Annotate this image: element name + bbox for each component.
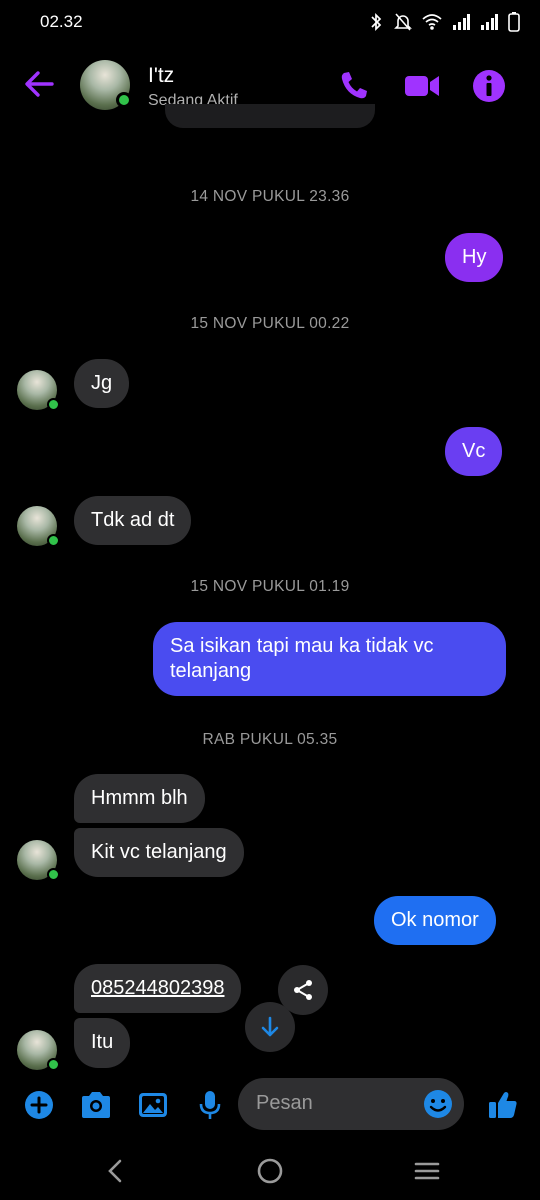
video-camera-icon (405, 76, 439, 96)
contact-name[interactable]: I'tz (148, 64, 174, 88)
info-button[interactable] (469, 66, 509, 106)
online-indicator (47, 534, 60, 547)
thumbs-up-icon (489, 1092, 517, 1118)
info-icon (473, 70, 505, 102)
image-icon (139, 1093, 167, 1117)
incoming-message[interactable]: Hmmm blh (74, 774, 205, 823)
bluetooth-icon (371, 12, 382, 32)
voice-call-button[interactable] (334, 66, 374, 106)
outgoing-message[interactable]: Sa isikan tapi mau ka tidak vc telanjang (153, 622, 506, 696)
contact-avatar[interactable] (80, 60, 132, 110)
online-indicator (116, 92, 132, 108)
camera-icon (82, 1092, 110, 1118)
battery-icon (508, 12, 520, 32)
signal-icon-2 (481, 14, 498, 30)
outgoing-message[interactable]: Vc (445, 427, 503, 476)
signal-icon-1 (453, 14, 470, 30)
outgoing-message[interactable]: Hy (445, 233, 504, 282)
previous-message-bubble (165, 104, 375, 128)
message-input[interactable]: Pesan (238, 1078, 464, 1130)
message-input-placeholder: Pesan (256, 1092, 313, 1114)
nav-back-button[interactable] (98, 1156, 132, 1186)
nav-recents-button[interactable] (410, 1156, 444, 1186)
online-indicator (47, 1058, 60, 1071)
gallery-button[interactable] (136, 1088, 170, 1122)
incoming-message[interactable]: Itu (74, 1018, 131, 1068)
home-circle-icon (257, 1158, 283, 1184)
contact-avatar-small[interactable] (17, 840, 60, 881)
emoji-button[interactable] (422, 1088, 454, 1120)
voice-message-button[interactable] (193, 1088, 227, 1122)
chevron-left-icon (108, 1159, 122, 1183)
mute-icon (394, 13, 412, 31)
video-call-button[interactable] (402, 66, 442, 106)
status-icons (368, 12, 520, 32)
timestamp: RAB PUKUL 05.35 (202, 731, 338, 748)
status-bar: 02.32 (0, 0, 540, 44)
camera-button[interactable] (79, 1088, 113, 1122)
scroll-to-bottom-button[interactable] (245, 1002, 295, 1052)
message-line: telanjang (170, 660, 252, 682)
system-nav-bar (0, 1140, 540, 1200)
back-arrow-icon (25, 71, 54, 97)
more-actions-button[interactable] (22, 1088, 56, 1122)
plus-circle-icon (25, 1091, 53, 1119)
contact-avatar-small[interactable] (17, 370, 60, 411)
online-indicator (47, 398, 60, 411)
incoming-message[interactable]: Jg (74, 359, 130, 408)
incoming-message[interactable]: Tdk ad dt (74, 496, 192, 545)
contact-avatar-small[interactable] (17, 506, 60, 547)
timestamp: 14 NOV PUKUL 23.36 (190, 188, 350, 205)
emoji-icon (424, 1090, 452, 1118)
back-button[interactable] (22, 68, 58, 100)
wifi-icon (422, 14, 442, 30)
phone-number-link[interactable]: 085244802398 (91, 977, 224, 999)
online-indicator (47, 868, 60, 881)
timestamp: 15 NOV PUKUL 00.22 (190, 315, 350, 332)
microphone-icon (199, 1091, 221, 1119)
contact-avatar-small[interactable] (17, 1030, 60, 1071)
arrow-down-icon (261, 1016, 279, 1037)
phone-icon (341, 72, 367, 99)
like-button[interactable] (486, 1088, 520, 1122)
outgoing-message[interactable]: Ok nomor (374, 896, 496, 945)
share-icon (294, 980, 312, 1000)
status-time: 02.32 (40, 12, 83, 31)
timestamp: 15 NOV PUKUL 01.19 (190, 578, 350, 595)
nav-home-button[interactable] (253, 1156, 287, 1186)
message-composer: Pesan (0, 1078, 540, 1132)
menu-icon (414, 1162, 440, 1180)
incoming-message[interactable]: Kit vc telanjang (74, 828, 244, 877)
incoming-message[interactable]: 085244802398 (74, 964, 242, 1013)
message-line: Sa isikan tapi mau ka tidak vc (170, 635, 434, 657)
